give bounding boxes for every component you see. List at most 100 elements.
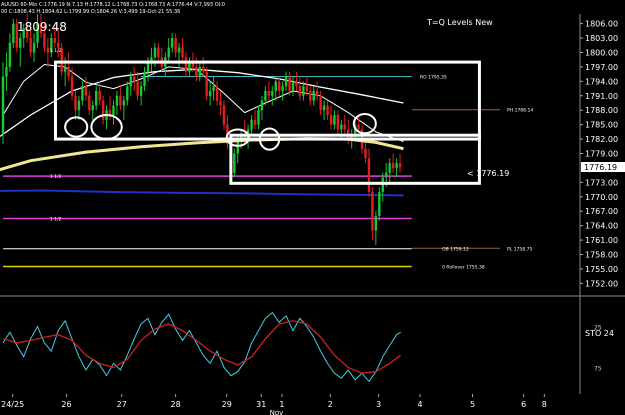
candle-body xyxy=(233,153,236,173)
candle-body xyxy=(184,57,188,72)
candle-body xyxy=(291,81,295,91)
price-tick-label: 1791.00 xyxy=(585,92,618,101)
candle-body xyxy=(170,38,174,48)
candle-body xyxy=(88,95,91,111)
candle-body xyxy=(378,191,381,217)
candle-body xyxy=(91,105,94,111)
chart-title: T=Q Levels New xyxy=(426,18,493,27)
candle-body xyxy=(53,38,56,43)
candle-body xyxy=(29,38,32,53)
candle-body xyxy=(74,95,77,111)
price-tick-label: 1782.00 xyxy=(585,135,618,144)
candle-body xyxy=(367,158,371,192)
candle-body xyxy=(277,81,281,91)
candle-body xyxy=(343,124,346,130)
candle-body xyxy=(132,76,136,82)
price-tick-label: 1806.00 xyxy=(585,20,618,29)
candle-body xyxy=(77,100,81,111)
time-tick-label: 24/25 xyxy=(1,400,24,409)
clock-readout: 1809:48 xyxy=(17,20,67,34)
candle-body xyxy=(177,47,181,53)
header-line-2: 00 C:1808.43 H:1804.62 L:1799.99 O:1804.… xyxy=(1,9,180,15)
candle-body xyxy=(115,95,119,106)
price-tick-label: 1761.00 xyxy=(585,236,618,245)
candle-body xyxy=(81,86,84,101)
candle-body xyxy=(250,119,253,130)
header-line-1: AUUSD 60-Min C:1776.19 N:7.13 H:1778.12 … xyxy=(1,2,225,8)
candle-body xyxy=(340,124,343,130)
candle-body xyxy=(5,66,8,77)
candle-body xyxy=(264,90,267,101)
candle-body xyxy=(157,47,160,58)
candle-body xyxy=(395,163,398,168)
candle-body xyxy=(315,90,319,96)
candle-body xyxy=(374,216,378,231)
candle-body xyxy=(139,86,143,96)
time-tick-label: 28 xyxy=(171,400,181,409)
time-tick-label: 31 xyxy=(256,400,266,409)
time-tick-label: 27 xyxy=(117,400,127,409)
level-label: OB 1759.12 xyxy=(442,247,469,253)
candle-body xyxy=(385,172,388,178)
candle-body xyxy=(19,38,22,48)
candle-body xyxy=(336,115,340,130)
candle-body xyxy=(1,76,5,135)
time-tick-label: 3 xyxy=(376,400,381,409)
candle-body xyxy=(312,90,315,101)
level-label: PH 1788.14 xyxy=(507,108,533,114)
candle-body xyxy=(101,100,105,120)
time-tick-label: 26 xyxy=(61,400,71,409)
candle-body xyxy=(388,163,391,173)
candle-body xyxy=(305,86,309,91)
candle-body xyxy=(319,95,322,111)
time-tick-label: 5 xyxy=(470,400,475,409)
price-tag-text: 1776.19 xyxy=(584,163,617,172)
candle-body xyxy=(198,66,201,77)
time-tick-label: 4 xyxy=(418,400,423,409)
price-tick-label: 1758.00 xyxy=(585,251,618,260)
oscillator-label: STO 24 xyxy=(585,329,614,338)
candle-body xyxy=(219,100,222,106)
candle-body xyxy=(253,119,257,125)
candle-body xyxy=(43,33,46,48)
candle-body xyxy=(271,90,274,96)
price-tick-label: 1794.00 xyxy=(585,77,618,86)
candle-body xyxy=(129,76,132,87)
price-tick-label: 1755.00 xyxy=(585,265,618,274)
month-label: Nov xyxy=(270,409,284,415)
level-label: RO 1795.35 xyxy=(420,75,447,81)
price-tick-label: 1764.00 xyxy=(585,222,618,231)
candle-body xyxy=(46,47,50,53)
price-tick-label: 1773.00 xyxy=(585,178,618,187)
candle-body xyxy=(260,100,264,111)
candle-body xyxy=(267,90,271,96)
candle-body xyxy=(215,86,219,101)
candle-body xyxy=(309,90,312,101)
candle-body xyxy=(126,86,129,101)
candle-body xyxy=(326,105,329,116)
candle-body xyxy=(357,124,360,130)
candle-body xyxy=(119,95,122,106)
candle-body xyxy=(364,148,367,159)
candle-body xyxy=(57,42,60,48)
level-label: 1 1/2 xyxy=(50,216,62,222)
time-tick-label: 8 xyxy=(542,400,547,409)
candle-body xyxy=(67,66,70,77)
candle-body xyxy=(302,86,305,96)
candle-body xyxy=(333,115,336,125)
oscillator-tick-label: 75 xyxy=(594,366,602,373)
candle-body xyxy=(136,81,139,96)
candle-body xyxy=(8,42,12,67)
level-label: PL 1758.75 xyxy=(507,246,532,252)
candle-body xyxy=(181,47,184,58)
candle-body xyxy=(284,76,288,87)
candle-body xyxy=(212,86,215,91)
level-label: 1 1/2 xyxy=(50,48,62,54)
level-label: 1 1/2 xyxy=(50,174,62,180)
price-tick-label: 1800.00 xyxy=(585,48,618,57)
candle-body xyxy=(195,66,198,77)
candle-body xyxy=(222,105,226,125)
candle-body xyxy=(391,163,395,168)
candle-body xyxy=(95,90,98,106)
candle-body xyxy=(298,86,302,96)
